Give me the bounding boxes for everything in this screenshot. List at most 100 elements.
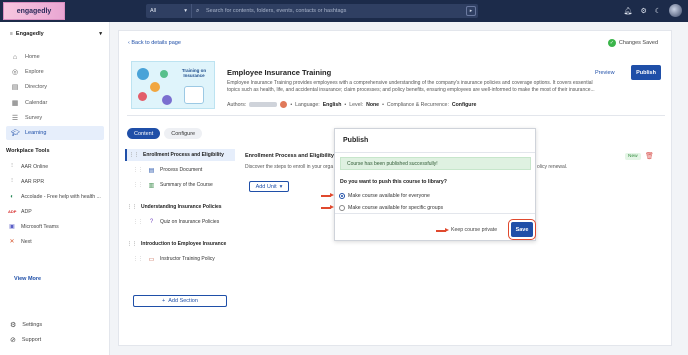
top-bar: engagedly All ▾ ⌕ Search for contents, f… bbox=[0, 0, 688, 22]
add-section-button[interactable]: + Add Section bbox=[133, 295, 227, 307]
outline-lesson[interactable]: ⋮⋮ ? Quiz on Insurance Policies bbox=[133, 217, 233, 227]
meta-separator: • bbox=[290, 101, 293, 108]
meta-separator: • bbox=[382, 101, 384, 108]
option-specific-groups[interactable]: Make course available for specific group… bbox=[339, 205, 443, 211]
content-tabs: Content Configure bbox=[127, 128, 203, 139]
section-detail-description: Discover the steps to enroll in your org… bbox=[245, 164, 334, 170]
changes-saved-indicator: ✓ Changes Saved bbox=[607, 39, 658, 47]
tool-item-adp[interactable]: ADP ADP bbox=[8, 205, 104, 218]
add-section-label: Add Section bbox=[168, 298, 198, 304]
course-header: Training on Insurance Employee Insurance… bbox=[127, 57, 665, 116]
support-icon: ⊘ bbox=[10, 337, 16, 344]
thumbnail-shape bbox=[160, 70, 168, 78]
outline-lesson[interactable]: ⋮⋮ ▤ Process Document bbox=[133, 165, 233, 175]
drag-handle-icon[interactable]: ⋮⋮ bbox=[127, 204, 137, 210]
section-title: Introduction to Employee Insurance bbox=[141, 241, 227, 247]
course-meta: Authors: • Language: English • Level: No… bbox=[227, 101, 476, 108]
search-input[interactable]: Search for contents, folders, events, co… bbox=[206, 8, 346, 14]
add-unit-button[interactable]: Add Unit ▾ bbox=[249, 181, 289, 192]
tool-item-aar-rpr[interactable]: ⫶ AAR RPR bbox=[8, 175, 104, 188]
moon-icon[interactable]: ☾ bbox=[655, 7, 661, 15]
outline-section[interactable]: ⋮⋮ Introduction to Employee Insurance bbox=[125, 238, 235, 250]
level-label: Level: bbox=[349, 101, 364, 108]
explore-icon: ◎ bbox=[11, 69, 19, 76]
quiz-icon: ? bbox=[149, 219, 154, 225]
sidebar-item-label: Calendar bbox=[25, 100, 48, 106]
sidebar-item-directory[interactable]: ▤ Directory bbox=[6, 80, 104, 94]
aar-online-icon: ⫶ bbox=[11, 163, 13, 169]
sidebar-item-explore[interactable]: ◎ Explore bbox=[6, 65, 104, 79]
tool-item-next[interactable]: ✕ Next bbox=[8, 235, 104, 248]
course-description: Employee Insurance Training provides emp… bbox=[227, 80, 595, 93]
logo-text: engagedly bbox=[16, 7, 52, 15]
publish-button[interactable]: Publish bbox=[631, 65, 661, 80]
bell-icon[interactable]: 🔔︎ bbox=[624, 7, 633, 15]
view-more-link[interactable]: View More bbox=[14, 276, 41, 282]
section-title: Understanding Insurance Policies bbox=[141, 204, 222, 210]
sidebar-item-home[interactable]: ⌂ Home bbox=[6, 50, 104, 64]
document-icon: ▤ bbox=[148, 167, 155, 174]
back-to-details-link[interactable]: ‹ Back to details page bbox=[128, 40, 181, 46]
tool-item-label: AAR Online bbox=[21, 163, 49, 170]
thumbnail-shape bbox=[138, 92, 147, 101]
tab-configure[interactable]: Configure bbox=[164, 128, 203, 139]
thumbnail-shape bbox=[162, 95, 172, 105]
tool-item-aar-online[interactable]: ⫶ AAR Online bbox=[8, 160, 104, 173]
library-question: Do you want to push this course to libra… bbox=[340, 179, 447, 185]
sidebar-item-label: Settings bbox=[22, 322, 43, 328]
directory-icon: ▤ bbox=[11, 84, 19, 91]
add-unit-label: Add Unit bbox=[255, 183, 277, 190]
sidebar-item-calendar[interactable]: ▦ Calendar bbox=[6, 96, 104, 110]
authors-label: Authors: bbox=[227, 101, 247, 108]
keep-course-private-button[interactable]: Keep course private bbox=[451, 227, 497, 233]
radio-everyone[interactable] bbox=[339, 193, 345, 199]
sidebar-item-settings[interactable]: ⚙ Settings bbox=[10, 321, 42, 329]
tool-item-accolade[interactable]: ◐ Accolade - Free help with health ... bbox=[8, 190, 104, 203]
tab-content[interactable]: Content bbox=[127, 128, 161, 139]
preview-button[interactable]: Preview bbox=[595, 70, 615, 76]
search-filter-icon[interactable]: ▸ bbox=[466, 6, 476, 16]
radio-specific-groups[interactable] bbox=[339, 205, 345, 211]
outline-section[interactable]: ⋮⋮ Enrollment Process and Eligibility bbox=[125, 149, 235, 161]
top-icons: 🔔︎ ⚙ ☾ bbox=[624, 4, 682, 17]
search-scope-select[interactable]: All ▾ bbox=[146, 4, 192, 18]
engagedly-logo[interactable]: engagedly bbox=[3, 2, 65, 20]
option-everyone[interactable]: Make course available for everyone bbox=[339, 193, 430, 199]
avatar[interactable] bbox=[669, 4, 682, 17]
home-icon: ⌂ bbox=[12, 53, 18, 61]
trash-icon[interactable]: 🗑︎ bbox=[645, 152, 654, 160]
check-circle-icon: ✓ bbox=[607, 39, 616, 47]
section-detail-title: Enrollment Process and Eligibility bbox=[245, 153, 334, 159]
sidebar-item-survey[interactable]: ☰ Survey bbox=[6, 111, 104, 125]
drag-handle-icon[interactable]: ⋮⋮ bbox=[129, 152, 139, 158]
global-search[interactable]: All ▾ ⌕ Search for contents, folders, ev… bbox=[146, 4, 478, 18]
plus-icon: + bbox=[162, 298, 166, 304]
annotation-arrow bbox=[321, 193, 334, 197]
compliance-configure-link[interactable]: Configure bbox=[452, 102, 477, 108]
drag-handle-icon[interactable]: ⋮⋮ bbox=[133, 256, 143, 262]
settings-icon[interactable]: ⚙ bbox=[640, 7, 646, 15]
save-button[interactable]: Save bbox=[508, 219, 536, 240]
drag-handle-icon[interactable]: ⋮⋮ bbox=[133, 167, 143, 173]
sidebar-item-support[interactable]: ⊘ Support bbox=[10, 336, 41, 344]
tool-item-microsoft-teams[interactable]: ▣ Microsoft Teams bbox=[8, 220, 104, 233]
sidebar-item-label: Support bbox=[21, 337, 42, 343]
meta-separator: • bbox=[344, 101, 347, 108]
org-switcher[interactable]: ≡ Engagedly ▾ bbox=[10, 31, 102, 37]
instructor-training-icon: ▭ bbox=[148, 256, 155, 263]
back-link-label: Back to details page bbox=[131, 40, 181, 46]
drag-handle-icon[interactable]: ⋮⋮ bbox=[133, 219, 143, 225]
sidebar-item-learning[interactable]: 🎓︎ Learning bbox=[6, 126, 104, 140]
course-title: Employee Insurance Training bbox=[227, 68, 332, 77]
outline-section[interactable]: ⋮⋮ Understanding Insurance Policies bbox=[125, 201, 235, 213]
language-label: Language: bbox=[295, 101, 320, 108]
outline-lesson[interactable]: ⋮⋮ ▭ Instructor Training Policy bbox=[133, 254, 233, 264]
drag-handle-icon[interactable]: ⋮⋮ bbox=[133, 182, 143, 188]
org-name: Engagedly bbox=[15, 31, 44, 37]
outline-lesson[interactable]: ⋮⋮ ▥ Summary of the Course bbox=[133, 180, 233, 190]
drag-handle-icon[interactable]: ⋮⋮ bbox=[127, 241, 137, 247]
next-icon: ✕ bbox=[9, 239, 15, 245]
lesson-title: Summary of the Course bbox=[160, 182, 213, 188]
sidebar: ≡ Engagedly ▾ ⌂ Home ◎ Explore ▤ Directo… bbox=[0, 22, 110, 355]
thumbnail-shape bbox=[137, 68, 149, 80]
